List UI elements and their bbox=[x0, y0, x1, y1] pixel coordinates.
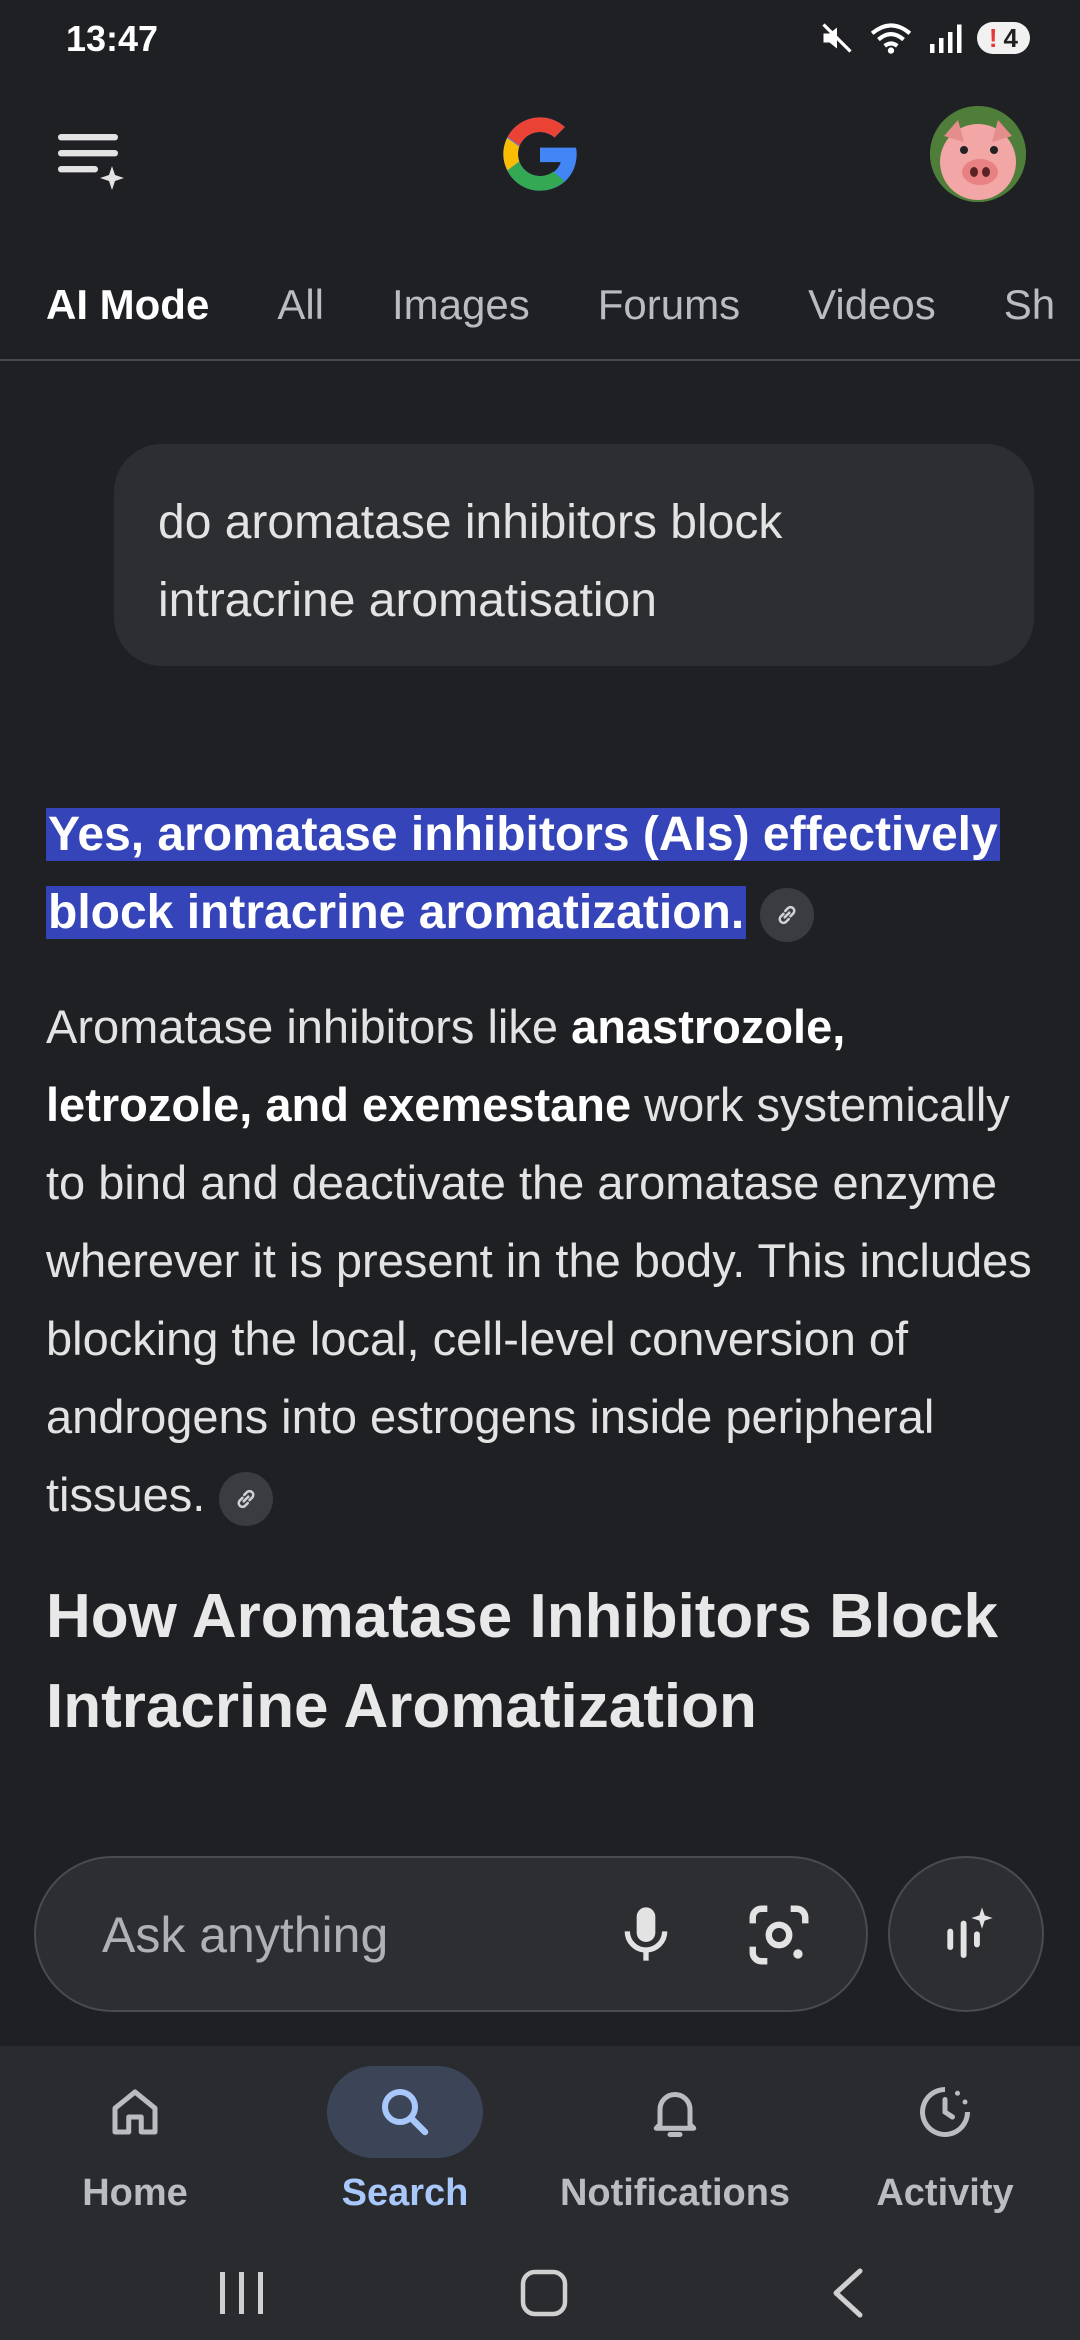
nav-activity-label: Activity bbox=[876, 2172, 1014, 2214]
nav-activity-icon-wrap bbox=[867, 2066, 1023, 2158]
nav-search-label: Search bbox=[341, 2172, 469, 2214]
wifi-icon bbox=[870, 23, 912, 54]
nav-home-label: Home bbox=[82, 2172, 188, 2214]
source-link-button[interactable] bbox=[760, 888, 815, 943]
pig-avatar-image bbox=[930, 106, 1026, 202]
nav-notifications-label: Notifications bbox=[559, 2172, 791, 2214]
mute-icon bbox=[822, 23, 852, 53]
source-link-button[interactable] bbox=[219, 1471, 274, 1526]
ask-input-placeholder[interactable]: Ask anything bbox=[102, 1906, 388, 1964]
tab-videos[interactable]: Videos bbox=[808, 281, 936, 329]
signal-icon bbox=[929, 24, 962, 53]
system-navigation-bar bbox=[220, 2268, 863, 2318]
status-time: 13:47 bbox=[66, 18, 159, 59]
ai-answer: Yes, aromatase inhibitors (AIs) effectiv… bbox=[46, 796, 1036, 1752]
link-icon bbox=[778, 906, 796, 925]
nav-notifications[interactable]: Notifications bbox=[540, 2066, 810, 2215]
sparkle-voice-icon bbox=[947, 1907, 993, 1958]
answer-paragraph: Aromatase inhibitors like anastrozole, l… bbox=[46, 988, 1036, 1534]
nav-search[interactable]: Search bbox=[270, 2066, 540, 2215]
nav-activity[interactable]: Activity bbox=[810, 2066, 1080, 2215]
back-button[interactable] bbox=[833, 2268, 863, 2318]
recent-apps-button[interactable] bbox=[220, 2272, 263, 2314]
menu-sparkle-icon[interactable] bbox=[54, 122, 126, 194]
answer-highlight: Yes, aromatase inhibitors (AIs) effectiv… bbox=[46, 796, 1036, 952]
home-button[interactable] bbox=[520, 2269, 568, 2317]
nav-home[interactable]: Home bbox=[0, 2066, 270, 2215]
tab-ai-mode[interactable]: AI Mode bbox=[46, 281, 209, 329]
tabs-divider bbox=[0, 359, 1080, 361]
home-icon bbox=[112, 2089, 158, 2135]
activity-icon bbox=[920, 2087, 970, 2137]
microphone-icon[interactable] bbox=[614, 1902, 678, 1966]
notification-badge: ! 4 bbox=[976, 22, 1030, 54]
bell-icon bbox=[653, 2092, 697, 2137]
google-g-logo[interactable] bbox=[496, 110, 584, 198]
nav-home-icon-wrap bbox=[57, 2066, 213, 2158]
section-heading: How Aromatase Inhibitors Block Intracrin… bbox=[46, 1582, 998, 1741]
avatar[interactable] bbox=[930, 106, 1026, 202]
status-icons: ! 4 bbox=[819, 20, 1030, 56]
tab-all[interactable]: All bbox=[277, 281, 324, 329]
tab-images[interactable]: Images bbox=[392, 281, 530, 329]
para-text-suffix: work systemically to bind and deactivate… bbox=[46, 1078, 1032, 1521]
badge-alert-mark: ! bbox=[988, 22, 998, 53]
highlighted-summary: Yes, aromatase inhibitors (AIs) effectiv… bbox=[46, 808, 1000, 939]
search-icon bbox=[382, 2089, 429, 2136]
nav-search-icon-wrap bbox=[327, 2066, 483, 2158]
link-icon bbox=[237, 1489, 255, 1508]
para-text-prefix: Aromatase inhibitors like bbox=[46, 1000, 572, 1053]
search-tabs: AI Mode All Images Forums Videos Sh bbox=[0, 250, 1080, 360]
ask-input-bar[interactable]: Ask anything bbox=[34, 1856, 868, 2012]
google-lens-icon[interactable] bbox=[744, 1900, 814, 1970]
nav-notifications-icon-wrap bbox=[597, 2066, 753, 2158]
tab-shopping[interactable]: Sh bbox=[1004, 281, 1055, 329]
ai-voice-mode-button[interactable] bbox=[888, 1856, 1044, 2012]
badge-count: 4 bbox=[1003, 22, 1018, 53]
tab-forums[interactable]: Forums bbox=[598, 281, 740, 329]
user-query-bubble: do aromatase inhibitors block intracrine… bbox=[114, 444, 1034, 666]
